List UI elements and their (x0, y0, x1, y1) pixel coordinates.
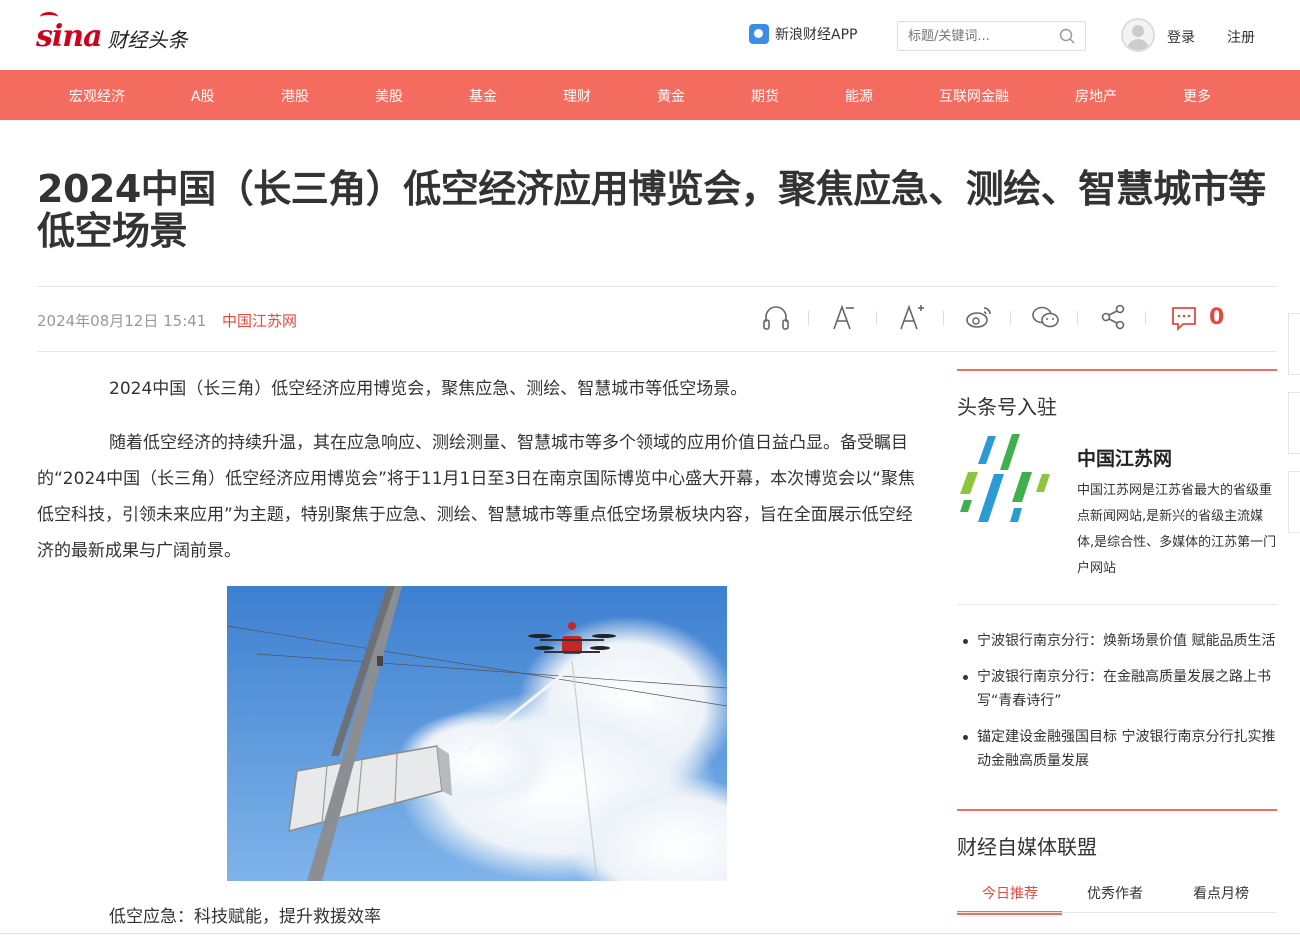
list-item[interactable]: 锚定建设金融强国目标 宁波银行南京分行扎实推动金融高质量发展 (962, 725, 1280, 773)
tab-today-picks[interactable]: 今日推荐 (982, 883, 1038, 903)
nav-item-wealth[interactable]: 理财 (563, 86, 591, 106)
nav-item-more[interactable]: 更多 (1183, 86, 1211, 106)
article-paragraph: 随着低空经济的持续升温，其在应急响应、测绘测量、智慧城市等多个领域的应用价值日益… (37, 433, 915, 561)
floating-side-tab[interactable] (1288, 313, 1300, 375)
toolbar-separator (1145, 311, 1146, 325)
search-icon[interactable] (1059, 28, 1075, 44)
publish-date: 2024年08月12日 15:41 (37, 312, 207, 330)
wechat-icon[interactable] (1031, 302, 1061, 332)
nav-item-hk[interactable]: 港股 (281, 86, 309, 106)
sidebar-divider (957, 809, 1277, 811)
login-link[interactable]: 登录 (1167, 27, 1195, 47)
headphones-icon[interactable] (761, 302, 791, 332)
font-decrease-icon[interactable] (830, 302, 860, 332)
nav-item-internet-finance[interactable]: 互联网金融 (939, 86, 1009, 106)
article-image-drone-firefighting (227, 586, 727, 881)
site-logo[interactable]: sina 财经头条 (36, 12, 188, 54)
comment-icon[interactable] (1169, 302, 1199, 332)
app-link-label: 新浪财经APP (775, 27, 858, 43)
user-avatar[interactable] (1121, 18, 1155, 52)
toolbar-separator (1010, 311, 1011, 325)
article-paragraph: 2024中国（长三角）低空经济应用博览会，聚焦应急、测绘、智慧城市等低空场景。 (109, 379, 748, 399)
divider (37, 286, 1277, 287)
top-header: sina 财经头条 新浪财经APP 登录 注册 (0, 0, 1300, 70)
window-bottom-edge (0, 933, 1300, 934)
sina-logo-mark: sina (36, 18, 103, 54)
nav-item-a-share[interactable]: A股 (191, 86, 215, 106)
nav-item-us[interactable]: 美股 (375, 86, 403, 106)
related-news-list: 宁波银行南京分行：焕新场景价值 赋能品质生活 宁波银行南京分行：在金融高质量发展… (962, 629, 1280, 785)
sidebar-divider (957, 369, 1277, 371)
tab-top-authors[interactable]: 优秀作者 (1087, 883, 1143, 903)
floating-side-tab[interactable] (1288, 392, 1300, 454)
register-link[interactable]: 注册 (1227, 27, 1255, 47)
weibo-icon[interactable] (964, 302, 994, 332)
floating-side-tab[interactable] (1288, 471, 1300, 533)
font-increase-icon[interactable] (898, 302, 928, 332)
app-download-link[interactable]: 新浪财经APP (749, 24, 857, 44)
media-description: 中国江苏网是江苏省最大的省级重点新闻网站,是新兴的省级主流媒体,是综合性、多媒体… (1077, 483, 1277, 576)
toolbar-separator (876, 311, 877, 325)
sidebar-section-title: 财经自媒体联盟 (957, 835, 1097, 859)
nav-item-real-estate[interactable]: 房地产 (1075, 86, 1117, 106)
article-title: 2024中国（长三角）低空经济应用博览会，聚焦应急、测绘、智慧城市等低空场景 (37, 167, 1266, 253)
app-icon (749, 24, 769, 44)
toolbar-separator (943, 311, 944, 325)
media-logo[interactable] (958, 430, 1050, 526)
channel-nav: 宏观经济 A股 港股 美股 基金 理财 黄金 期货 能源 互联网金融 房地产 更… (0, 70, 1300, 120)
tab-monthly-ranking[interactable]: 看点月榜 (1193, 883, 1249, 903)
nav-item-futures[interactable]: 期货 (751, 86, 779, 106)
article-source[interactable]: 中国江苏网 (222, 310, 297, 331)
comment-count[interactable]: 0 (1209, 305, 1224, 330)
nav-item-fund[interactable]: 基金 (469, 86, 497, 106)
toolbar-separator (1077, 311, 1078, 325)
sidebar-divider (957, 604, 1277, 605)
sina-eye-icon (40, 12, 58, 22)
channel-name: 财经头条 (107, 27, 188, 52)
media-name[interactable]: 中国江苏网 (1077, 444, 1172, 471)
list-item[interactable]: 宁波银行南京分行：在金融高质量发展之路上书写“青春诗行” (962, 665, 1280, 713)
nav-item-macro[interactable]: 宏观经济 (69, 86, 125, 106)
list-item[interactable]: 宁波银行南京分行：焕新场景价值 赋能品质生活 (962, 629, 1280, 653)
search-box (897, 21, 1086, 51)
nav-item-gold[interactable]: 黄金 (657, 86, 685, 106)
toolbar-separator (808, 311, 809, 325)
sidebar-divider (957, 912, 1277, 913)
search-input[interactable] (898, 22, 1048, 50)
divider (37, 351, 1277, 352)
share-icon[interactable] (1099, 302, 1129, 332)
nav-item-energy[interactable]: 能源 (845, 86, 873, 106)
sidebar-section-title: 头条号入驻 (957, 395, 1057, 419)
article-subheading: 低空应急：科技赋能，提升救援效率 (109, 907, 381, 927)
